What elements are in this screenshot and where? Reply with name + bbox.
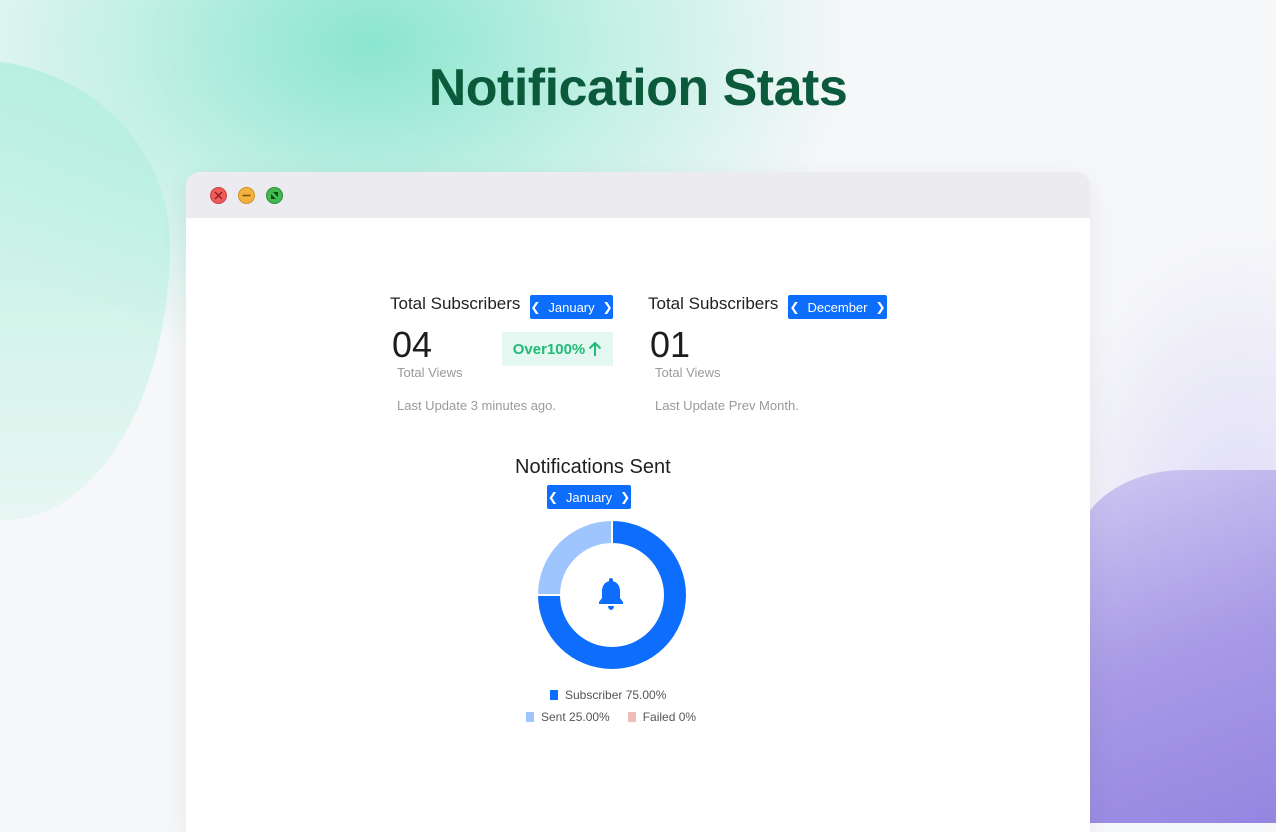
growth-badge-label: Over100% bbox=[512, 340, 586, 358]
subscribers-stat-previous: Total Subscribers ❮ December ❯ 01 Total … bbox=[648, 294, 888, 424]
subscriber-count: 04 bbox=[392, 324, 433, 365]
chevron-left-icon[interactable]: ❮ bbox=[530, 300, 540, 314]
page-title: Notification Stats bbox=[428, 59, 848, 117]
maximize-window-button[interactable] bbox=[266, 186, 283, 204]
chevron-right-icon[interactable]: ❯ bbox=[875, 300, 885, 314]
month-label: January bbox=[565, 489, 613, 505]
month-selector-previous[interactable]: ❮ December ❯ bbox=[788, 295, 887, 319]
legend-item-subscriber[interactable]: Subscriber 75.00% bbox=[550, 688, 666, 702]
close-icon bbox=[214, 191, 223, 199]
legend-swatch bbox=[550, 690, 558, 700]
views-label: Total Views bbox=[655, 365, 721, 380]
month-selector-notifications[interactable]: ❮ January ❯ bbox=[547, 485, 631, 509]
minimize-icon bbox=[242, 194, 251, 196]
legend-item-sent[interactable]: Sent 25.00% bbox=[526, 710, 610, 724]
legend-swatch bbox=[627, 712, 636, 722]
background-blob-purple bbox=[1076, 470, 1276, 823]
bell-icon bbox=[599, 578, 623, 610]
chevron-right-icon[interactable]: ❯ bbox=[603, 300, 613, 314]
legend-label: Subscriber 75.00% bbox=[565, 688, 667, 702]
month-label: January bbox=[548, 299, 595, 315]
app-window: Total Subscribers ❮ January ❯ 04 Over100… bbox=[186, 172, 1090, 832]
notifications-title: Notifications Sent bbox=[515, 456, 671, 478]
growth-badge: Over100% bbox=[502, 332, 613, 366]
month-selector-current[interactable]: ❮ January ❯ bbox=[530, 295, 613, 319]
chart-legend-secondary: Sent 25.00% Failed 0% bbox=[526, 710, 696, 724]
subscribers-stat-current: Total Subscribers ❮ January ❯ 04 Over100… bbox=[390, 294, 630, 424]
stat-title: Total Subscribers bbox=[648, 294, 779, 313]
maximize-icon bbox=[271, 191, 278, 199]
window-titlebar bbox=[186, 172, 1090, 218]
close-window-button[interactable] bbox=[210, 186, 227, 204]
legend-label: Sent 25.00% bbox=[541, 710, 610, 724]
views-label: Total Views bbox=[397, 365, 463, 380]
stat-title: Total Subscribers bbox=[390, 294, 521, 313]
donut-slice-sent[interactable] bbox=[536, 519, 613, 596]
subscriber-count: 01 bbox=[650, 324, 691, 365]
legend-label: Failed 0% bbox=[642, 710, 697, 724]
legend-item-failed[interactable]: Failed 0% bbox=[627, 710, 697, 724]
chevron-left-icon[interactable]: ❮ bbox=[548, 490, 558, 504]
chart-legend-primary: Subscriber 75.00% bbox=[550, 688, 666, 702]
chevron-right-icon[interactable]: ❯ bbox=[620, 490, 630, 504]
notifications-donut-chart bbox=[536, 519, 688, 671]
arrow-up-icon bbox=[589, 341, 602, 356]
last-update-label: Last Update 3 minutes ago. bbox=[397, 398, 556, 413]
month-label: December bbox=[807, 299, 868, 315]
legend-swatch bbox=[526, 712, 534, 722]
minimize-window-button[interactable] bbox=[238, 186, 255, 204]
chevron-left-icon[interactable]: ❮ bbox=[789, 300, 799, 314]
last-update-label: Last Update Prev Month. bbox=[655, 398, 799, 413]
